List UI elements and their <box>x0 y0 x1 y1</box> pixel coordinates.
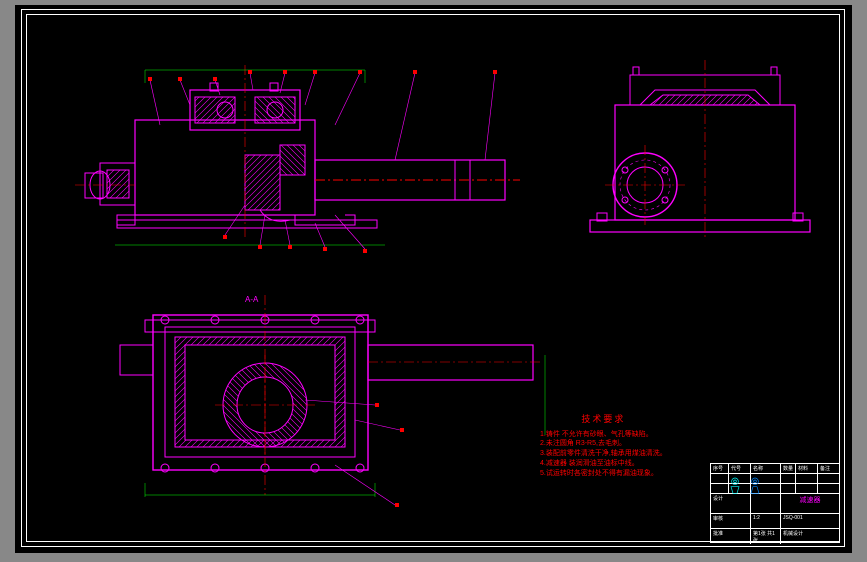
tb-header: 材料 <box>796 464 818 473</box>
tb-project: 减速器 <box>781 494 839 513</box>
tb-checker-label: 审核 <box>711 514 751 528</box>
projection-symbol-1 <box>728 476 742 501</box>
drawing-canvas[interactable]: A-A 技术要求 1.铸件 不允许有砂眼、气孔等缺陷。 2.未注圆角 R3-R5… <box>15 5 852 553</box>
tb-header: 名称 <box>751 464 781 473</box>
title-block: 序号 代号 名称 数量 材料 备注 设计 减速器 审核 1:2 JSQ-001 … <box>710 463 840 543</box>
tb-header: 代号 <box>729 464 751 473</box>
tech-req-item: 2.未注圆角 R3-R5,去毛刺。 <box>540 439 667 449</box>
tb-approver-label: 批准 <box>711 529 751 544</box>
tb-drawing-no: JSQ-001 <box>781 514 839 528</box>
technical-requirements: 技术要求 1.铸件 不允许有砂眼、气孔等缺陷。 2.未注圆角 R3-R5,去毛刺… <box>540 413 667 479</box>
top-plan-view <box>120 295 545 507</box>
tb-scale: 1:2 <box>751 514 781 528</box>
tb-header: 数量 <box>781 464 796 473</box>
tech-req-title: 技术要求 <box>540 413 667 426</box>
front-section-view <box>75 65 520 253</box>
tech-req-item: 1.铸件 不允许有砂眼、气孔等缺陷。 <box>540 430 667 440</box>
tech-req-item: 4.减速器 装润滑油至油标中线。 <box>540 459 667 469</box>
tech-req-item: 3.装配前零件清洗干净,轴承用煤油清洗。 <box>540 449 667 459</box>
tb-header: 备注 <box>818 464 839 473</box>
tb-institution: 机械设计 <box>781 529 839 544</box>
cad-viewer-window: A-A 技术要求 1.铸件 不允许有砂眼、气孔等缺陷。 2.未注圆角 R3-R5… <box>0 0 867 562</box>
section-label: A-A <box>245 295 258 304</box>
tech-req-item: 5.试运转时各密封处不得有漏油现象。 <box>540 469 667 479</box>
tb-sheet: 第1张 共1张 <box>751 529 781 544</box>
projection-symbol-2 <box>748 476 762 501</box>
right-elevation-view <box>590 60 810 240</box>
tb-header: 序号 <box>711 464 729 473</box>
